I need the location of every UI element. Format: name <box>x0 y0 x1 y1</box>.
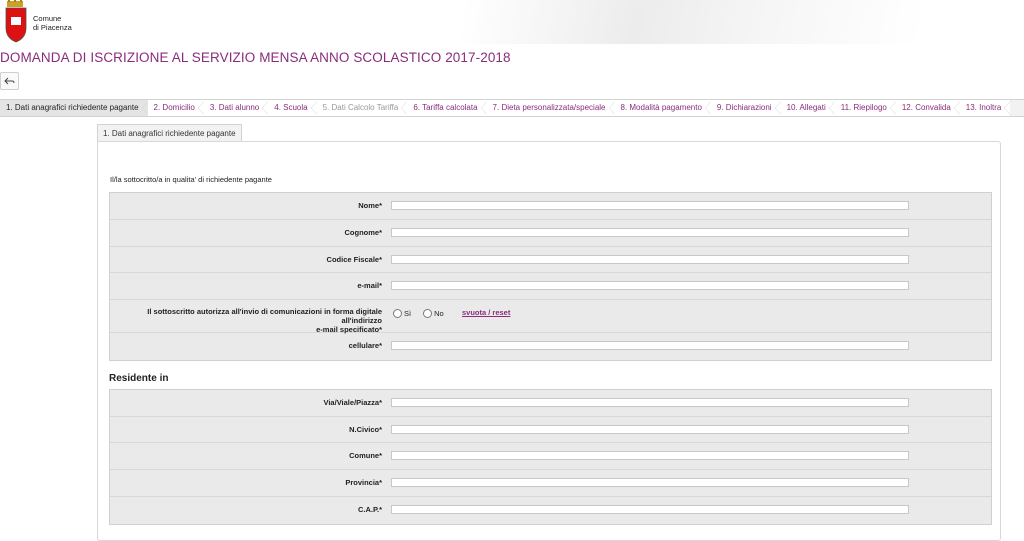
email-input[interactable] <box>391 281 909 290</box>
logo-text: Comune di Piacenza <box>33 14 72 32</box>
tab-allegati[interactable]: 10. Allegati <box>780 100 836 116</box>
row-comune: Comune* <box>110 443 991 470</box>
via-label: Via/Viale/Piazza* <box>323 398 382 407</box>
row-cap: C.A.P.* <box>110 497 991 524</box>
comune-label: Comune* <box>349 451 382 460</box>
back-arrow-icon <box>4 77 15 85</box>
row-civico: N.Civico* <box>110 417 991 443</box>
cognome-input[interactable] <box>391 228 909 237</box>
residence-title: Residente in <box>109 373 169 384</box>
tab-inoltra[interactable]: 13. Inoltra <box>959 100 1011 116</box>
tab-riepilogo[interactable]: 11. Riepilogo <box>834 100 897 116</box>
cognome-label: Cognome* <box>344 228 383 237</box>
cellulare-input[interactable] <box>391 341 909 350</box>
section-tab[interactable]: 1. Dati anagrafici richiedente pagante <box>97 124 242 142</box>
row-nome: Nome* <box>110 193 991 220</box>
nome-label: Nome* <box>358 201 382 210</box>
tab-scuola[interactable]: 4. Scuola <box>268 100 318 116</box>
page-title: DOMANDA DI ISCRIZIONE AL SERVIZIO MENSA … <box>0 50 511 65</box>
codice-fiscale-label: Codice Fiscale* <box>326 255 382 264</box>
civico-label: N.Civico* <box>349 425 382 434</box>
nome-input[interactable] <box>391 201 909 210</box>
provincia-label: Provincia* <box>345 478 382 487</box>
reset-link[interactable]: svuota / reset <box>462 308 510 317</box>
tab-convalida[interactable]: 12. Convalida <box>895 100 961 116</box>
form-panel: Il/la sottocritto/a in qualita' di richi… <box>97 141 1001 541</box>
via-input[interactable] <box>391 398 909 407</box>
tab-dieta[interactable]: 7. Dieta personalizzata/speciale <box>486 100 616 116</box>
header-banner <box>0 0 1024 44</box>
back-button[interactable] <box>0 72 19 90</box>
email-label: e-mail* <box>357 281 382 290</box>
row-email: e-mail* <box>110 273 991 300</box>
consent-radio-group: Sì No <box>393 309 444 318</box>
cellulare-label: cellulare* <box>348 341 382 350</box>
intro-text: Il/la sottocritto/a in qualita' di richi… <box>110 175 272 184</box>
consent-yes-radio[interactable] <box>393 309 402 318</box>
comune-input[interactable] <box>391 451 909 460</box>
tab-tariffa-calcolata[interactable]: 6. Tariffa calcolata <box>407 100 488 116</box>
tab-dati-alunno[interactable]: 3. Dati alunno <box>203 100 270 116</box>
coat-of-arms-icon <box>5 0 27 43</box>
consent-yes-label: Sì <box>404 309 412 318</box>
row-consenso: Il sottoscritto autorizza all'invio di c… <box>110 300 991 334</box>
tab-dichiarazioni[interactable]: 9. Dichiarazioni <box>710 100 782 116</box>
row-codice-fiscale: Codice Fiscale* <box>110 247 991 273</box>
tab-domicilio[interactable]: 2. Domicilio <box>147 100 206 116</box>
cap-input[interactable] <box>391 505 909 514</box>
consent-no-label: No <box>434 309 444 318</box>
tab-modalita-pagamento[interactable]: 8. Modalità pagamento <box>614 100 713 116</box>
applicant-section: Nome* Cognome* Codice Fiscale* e-mail* I… <box>109 192 992 361</box>
row-cognome: Cognome* <box>110 220 991 247</box>
consent-no-radio[interactable] <box>423 309 433 318</box>
consent-label: Il sottoscritto autorizza all'invio di c… <box>147 307 382 334</box>
row-cellulare: cellulare* <box>110 333 991 360</box>
comune-logo: Comune di Piacenza <box>4 0 74 44</box>
row-provincia: Provincia* <box>110 470 991 497</box>
civico-input[interactable] <box>391 425 909 434</box>
provincia-input[interactable] <box>391 478 909 487</box>
tab-dati-calcolo-tariffa: 5. Dati Calcolo Tariffa <box>316 100 409 116</box>
step-tabs: 1. Dati anagrafici richiedente pagante 2… <box>0 99 1024 117</box>
residence-section: Via/Viale/Piazza* N.Civico* Comune* Prov… <box>109 389 992 525</box>
cap-label: C.A.P.* <box>357 505 382 514</box>
row-via: Via/Viale/Piazza* <box>110 390 991 417</box>
codice-fiscale-input[interactable] <box>391 255 909 264</box>
tab-dati-anagrafici[interactable]: 1. Dati anagrafici richiedente pagante <box>0 100 149 116</box>
